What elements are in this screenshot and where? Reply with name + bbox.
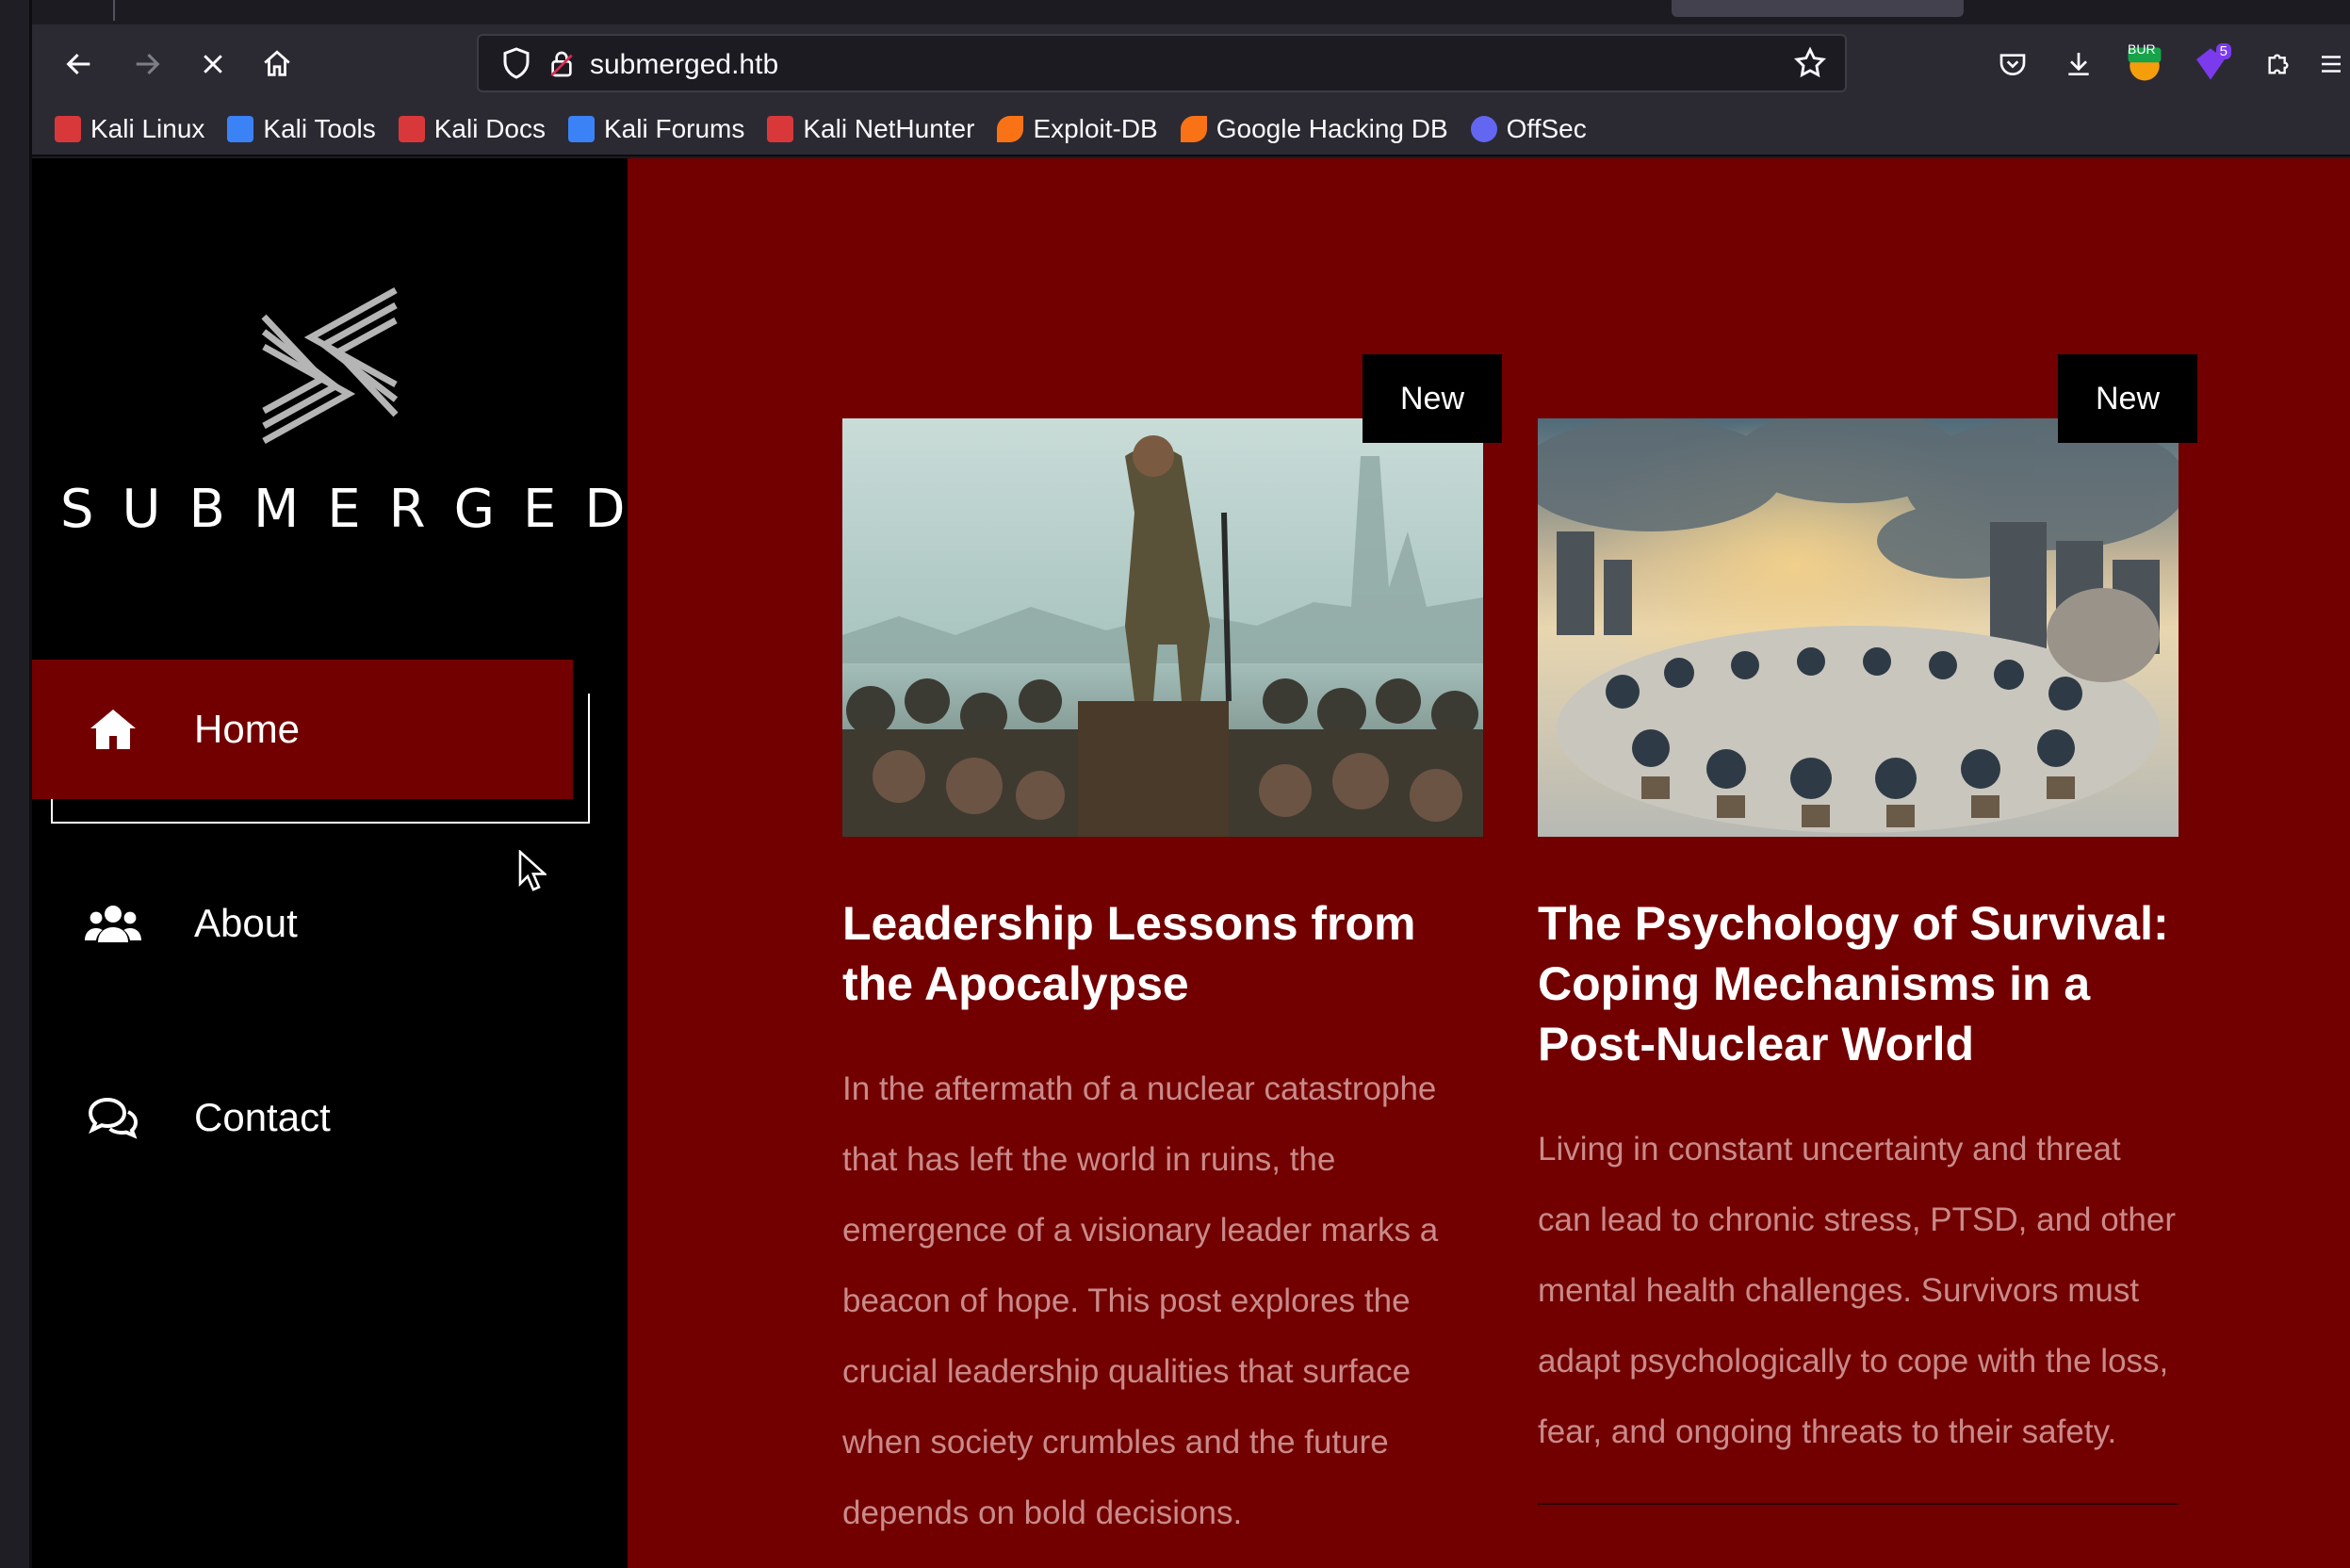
ghdb-icon — [1180, 116, 1207, 142]
kali-dragon-icon — [55, 116, 81, 142]
bookmark-label: Google Hacking DB — [1216, 114, 1448, 143]
browser-toolbar: submerged.htb BUR 5 — [32, 24, 2350, 104]
address-bar[interactable]: submerged.htb — [477, 34, 1847, 92]
sidebar: SUBMERGED Home About Contact — [32, 158, 628, 1568]
hamburger-menu-icon — [2322, 56, 2341, 73]
url-text[interactable]: submerged.htb — [590, 49, 778, 81]
bookmark-kali-nethunter[interactable]: Kali NetHunter — [767, 114, 974, 144]
post-card[interactable]: New — [1538, 354, 2197, 1505]
kali-tools-icon — [227, 116, 254, 142]
bookmark-label: Kali Docs — [433, 114, 546, 143]
bookmark-kali-forums[interactable]: Kali Forums — [568, 114, 744, 144]
bookmark-kali-tools[interactable]: Kali Tools — [227, 114, 376, 144]
tab-separator — [113, 0, 115, 21]
close-icon — [204, 55, 222, 74]
nav-label: Contact — [194, 1095, 331, 1139]
bookmark-offsec[interactable]: OffSec — [1470, 114, 1587, 144]
post-excerpt: Living in constant uncertainty and threa… — [1538, 1131, 2176, 1450]
bookmark-exploit-db[interactable]: Exploit-DB — [997, 114, 1158, 144]
shield-icon[interactable] — [499, 45, 533, 86]
submerged-logo-icon — [261, 286, 399, 445]
bookmark-label: Kali NetHunter — [803, 114, 975, 143]
extensions-menu-button[interactable] — [2252, 38, 2305, 90]
bookmark-kali-docs[interactable]: Kali Docs — [398, 114, 546, 144]
card-divider — [1538, 1503, 2179, 1505]
window-edge — [0, 0, 32, 1568]
post-title[interactable]: The Psychology of Survival: Coping Mecha… — [1538, 893, 2179, 1074]
download-icon — [2068, 53, 2089, 75]
post-excerpt: In the aftermath of a nuclear catastroph… — [842, 1070, 1439, 1531]
burp-label: BUR — [2128, 41, 2156, 57]
exploit-db-icon — [997, 116, 1024, 142]
chat-icon — [85, 1089, 141, 1146]
nav-label: Home — [194, 707, 301, 751]
home-button[interactable] — [251, 38, 303, 90]
nav-home[interactable]: Home — [32, 660, 573, 799]
bookmark-label: Kali Forums — [604, 114, 745, 143]
bookmark-label: Kali Linux — [90, 114, 205, 143]
arrow-left-icon — [66, 53, 90, 75]
nav-about[interactable]: About — [32, 854, 298, 993]
pocket-button[interactable] — [1986, 38, 2039, 90]
mouse-cursor-icon — [518, 850, 547, 891]
logo-text: SUBMERGED — [60, 479, 654, 540]
app-menu-button[interactable] — [2312, 38, 2350, 90]
tab-strip — [32, 0, 2350, 24]
bookmark-label: OffSec — [1506, 114, 1587, 143]
bookmark-label: Exploit-DB — [1033, 114, 1158, 143]
bookmark-ghdb[interactable]: Google Hacking DB — [1180, 114, 1448, 144]
home-outline-icon — [264, 50, 290, 76]
offsec-icon — [1470, 116, 1497, 142]
kali-forums-icon — [568, 116, 595, 142]
home-icon — [85, 701, 141, 758]
extension-button[interactable]: 5 — [2184, 38, 2237, 90]
stop-button[interactable] — [187, 38, 239, 90]
nav-label: About — [194, 901, 298, 945]
leader-crowd-image[interactable] — [842, 418, 1483, 837]
pocket-icon — [1999, 54, 2026, 75]
new-badge: New — [2058, 354, 2197, 443]
forward-button[interactable] — [121, 38, 173, 90]
burp-extension-button[interactable]: BUR — [2118, 38, 2171, 90]
lock-icon[interactable] — [547, 47, 577, 86]
star-icon[interactable] — [1792, 45, 1828, 86]
new-badge: New — [1363, 354, 1502, 443]
post-card[interactable]: New — [842, 354, 1502, 1548]
bookmark-kali-linux[interactable]: Kali Linux — [55, 114, 204, 144]
puzzle-icon — [2268, 54, 2289, 74]
post-title[interactable]: Leadership Lessons from the Apocalypse — [842, 893, 1483, 1014]
kali-docs-icon — [398, 116, 425, 142]
users-icon — [85, 895, 141, 952]
back-button[interactable] — [53, 38, 106, 90]
web-page: SUBMERGED Home About Contact New Leaders… — [32, 158, 2350, 1568]
survivors-circle-image[interactable] — [1538, 418, 2179, 837]
site-logo[interactable]: SUBMERGED — [32, 271, 628, 540]
kali-nethunter-icon — [767, 116, 794, 142]
bookmarks-toolbar: Kali Linux Kali Tools Kali Docs Kali For… — [32, 104, 2350, 156]
arrow-right-icon — [136, 53, 160, 75]
extension-badge: 5 — [2215, 43, 2231, 59]
tab-active[interactable] — [1672, 0, 1964, 17]
nav-contact[interactable]: Contact — [32, 1048, 331, 1187]
bookmark-label: Kali Tools — [263, 114, 376, 143]
downloads-button[interactable] — [2052, 38, 2105, 90]
